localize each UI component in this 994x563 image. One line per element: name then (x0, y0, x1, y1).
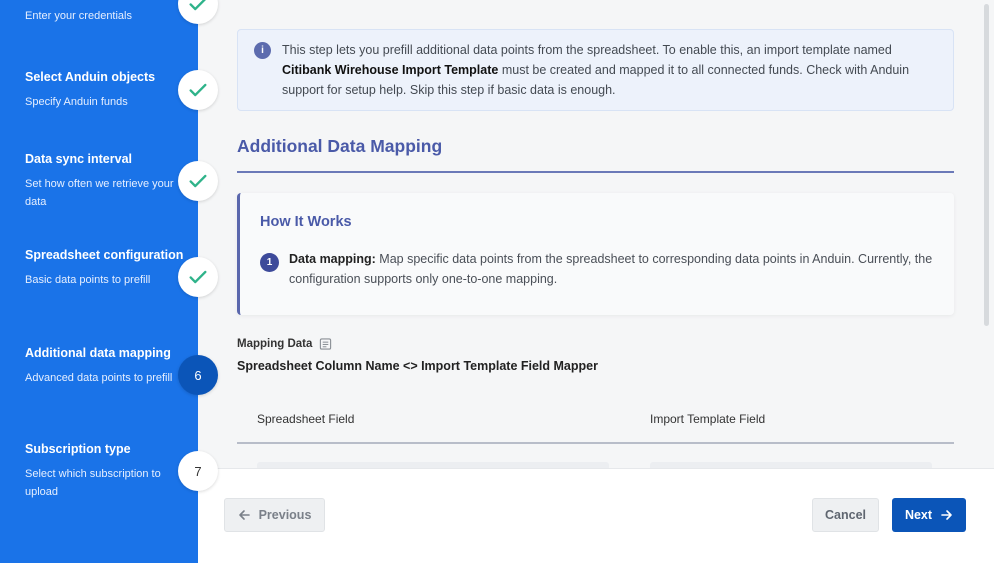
info-banner: i This step lets you prefill additional … (237, 29, 954, 111)
how-it-works-label: Data mapping: (289, 252, 376, 266)
wizard-sidebar: Enter your credentials Select Anduin obj… (0, 0, 198, 563)
next-button-label: Next (904, 508, 933, 522)
document-icon[interactable] (319, 337, 332, 351)
column-header-spreadsheet-field: Spreadsheet Field (257, 412, 355, 426)
wizard-footer: Previous Cancel Next (198, 468, 994, 563)
step-select-objects-title: Select Anduin objects (25, 70, 156, 84)
step-additional-mapping-title: Additional data mapping (25, 346, 171, 360)
step-spreadsheet-config[interactable]: Spreadsheet configuration Basic data poi… (25, 245, 185, 289)
step-select-objects-desc: Specify Anduin funds (25, 96, 128, 108)
main-content: i This step lets you prefill additional … (198, 0, 994, 468)
title-divider (237, 171, 954, 173)
mapping-data-label-text: Mapping Data (237, 338, 313, 350)
step-additional-mapping-desc: Advanced data points to prefill (25, 372, 173, 384)
scrollbar[interactable] (984, 4, 989, 326)
step-3-check-icon (178, 161, 218, 201)
info-text-before: This step lets you prefill additional da… (282, 43, 892, 57)
cancel-button[interactable]: Cancel (812, 498, 879, 532)
info-banner-text: This step lets you prefill additional da… (282, 40, 942, 100)
arrow-right-icon (941, 510, 952, 520)
next-button[interactable]: Next (892, 498, 966, 532)
step-credentials-desc: Enter your credentials (25, 10, 132, 22)
previous-button[interactable]: Previous (224, 498, 325, 532)
how-it-works-card: How It Works 1 Data mapping: Map specifi… (237, 193, 954, 315)
step-subscription-type[interactable]: Subscription type Select which subscript… (25, 439, 185, 501)
how-it-works-title: How It Works (260, 214, 352, 230)
step-sync-interval-desc: Set how often we retrieve your data (25, 178, 174, 208)
step-subscription-type-desc: Select which subscription to upload (25, 468, 161, 498)
step-7-pending-badge: 7 (178, 451, 218, 491)
arrow-left-icon (238, 510, 250, 520)
info-icon: i (254, 42, 271, 59)
step-select-objects[interactable]: Select Anduin objects Specify Anduin fun… (25, 67, 185, 111)
cancel-button-label: Cancel (825, 508, 866, 522)
how-it-works-step-number: 1 (260, 253, 279, 272)
step-6-current-badge: 6 (178, 355, 218, 395)
step-4-check-icon (178, 257, 218, 297)
page-title: Additional Data Mapping (237, 136, 443, 156)
column-header-import-template-field: Import Template Field (650, 412, 766, 426)
how-it-works-text: Data mapping: Map specific data points f… (289, 249, 939, 289)
step-credentials[interactable]: Enter your credentials (25, 7, 185, 25)
mapping-data-label: Mapping Data (237, 337, 332, 351)
mapper-title: Spreadsheet Column Name <> Import Templa… (237, 359, 598, 373)
template-name: Citibank Wirehouse Import Template (282, 63, 499, 77)
step-sync-interval-title: Data sync interval (25, 152, 132, 166)
step-2-check-icon (178, 70, 218, 110)
step-spreadsheet-config-desc: Basic data points to prefill (25, 274, 151, 286)
step-additional-mapping[interactable]: Additional data mapping Advanced data po… (25, 343, 185, 387)
how-it-works-desc: Map specific data points from the spread… (289, 252, 933, 286)
mapping-table-header: Spreadsheet Field Import Template Field (237, 403, 954, 444)
step-sync-interval[interactable]: Data sync interval Set how often we retr… (25, 149, 185, 211)
previous-button-label: Previous (258, 508, 312, 522)
step-spreadsheet-config-title: Spreadsheet configuration (25, 248, 184, 262)
step-subscription-type-title: Subscription type (25, 442, 131, 456)
